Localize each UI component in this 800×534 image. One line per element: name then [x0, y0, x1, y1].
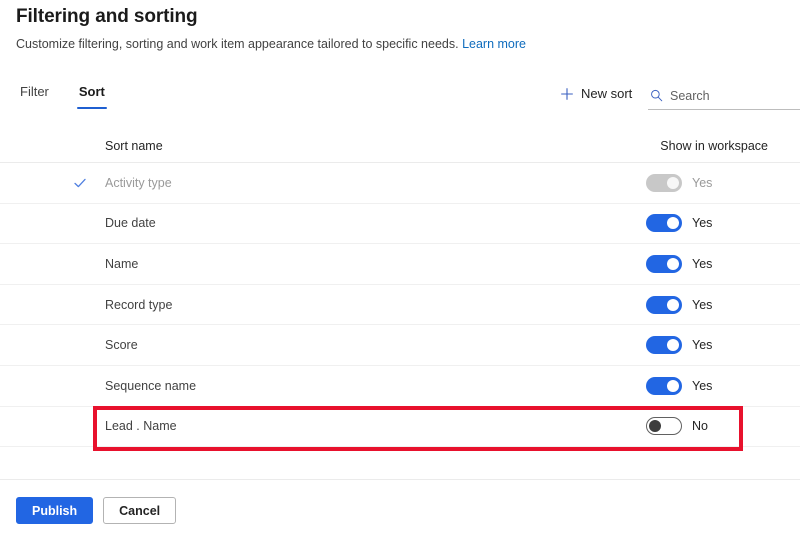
table-row[interactable]: Record type Yes — [0, 285, 800, 326]
show-in-workspace-toggle[interactable] — [646, 376, 682, 395]
search-icon — [650, 89, 663, 102]
publish-button[interactable]: Publish — [16, 497, 94, 524]
tab-sort[interactable]: Sort — [75, 82, 109, 109]
toggle-state-label: Yes — [692, 297, 713, 312]
toggle-knob — [667, 217, 679, 230]
row-label: Name — [105, 256, 139, 271]
tab-sort-label: Sort — [78, 84, 105, 99]
show-in-workspace-toggle[interactable] — [646, 336, 682, 355]
show-in-workspace-toggle — [646, 173, 682, 192]
table-row[interactable]: Activity type Yes — [0, 163, 800, 204]
row-label: Due date — [105, 216, 156, 231]
tab-list: Filter Sort — [16, 82, 109, 109]
cancel-button[interactable]: Cancel — [103, 497, 177, 524]
row-toggle-cell: Yes — [646, 173, 738, 192]
page-subtitle-text: Customize filtering, sorting and work it… — [16, 37, 459, 51]
toggle-state-label: Yes — [692, 175, 713, 190]
row-label: Record type — [105, 297, 173, 312]
new-sort-label: New sort — [581, 86, 633, 101]
row-label: Lead . Name — [105, 419, 177, 434]
row-label: Score — [105, 338, 138, 353]
footer-divider — [0, 479, 800, 480]
row-label: Sequence name — [105, 378, 197, 393]
footer-actions: Publish Cancel — [16, 497, 177, 524]
table-header-row: Sort name Show in workspace — [0, 126, 800, 163]
row-toggle-cell: Yes — [646, 254, 738, 273]
page-title: Filtering and sorting — [16, 6, 198, 27]
tab-filter[interactable]: Filter — [16, 82, 53, 109]
table-body: Activity type Yes Due date Yes Name Yes Record… — [0, 163, 800, 448]
show-in-workspace-toggle[interactable] — [646, 214, 682, 233]
show-in-workspace-toggle[interactable] — [646, 254, 682, 273]
show-in-workspace-toggle[interactable] — [646, 295, 682, 314]
row-toggle-cell: Yes — [646, 295, 738, 314]
toggle-state-label: Yes — [692, 256, 713, 271]
toggle-state-label: Yes — [692, 216, 713, 231]
table-row[interactable]: Lead . Name No — [0, 407, 800, 448]
sort-table: Sort name Show in workspace Activity typ… — [0, 126, 800, 448]
show-in-workspace-toggle[interactable] — [646, 417, 682, 436]
filtering-and-sorting-page: Filtering and sorting Customize filterin… — [0, 0, 800, 534]
row-label: Activity type — [105, 175, 172, 190]
table-row[interactable]: Sequence name Yes — [0, 366, 800, 407]
tab-filter-label: Filter — [20, 84, 49, 99]
learn-more-link[interactable]: Learn more — [462, 37, 526, 51]
toggle-knob — [667, 176, 679, 189]
row-toggle-cell: Yes — [646, 376, 738, 395]
toggle-state-label: Yes — [692, 338, 713, 353]
toggle-state-label: No — [692, 419, 708, 434]
row-selected-check — [0, 176, 105, 190]
plus-icon — [560, 87, 574, 101]
table-row[interactable]: Score Yes — [0, 325, 800, 366]
toggle-knob — [667, 379, 679, 392]
row-toggle-cell: Yes — [646, 336, 738, 355]
table-row[interactable]: Name Yes — [0, 244, 800, 285]
toggle-knob — [667, 298, 679, 311]
checkmark-icon — [73, 176, 87, 190]
row-toggle-cell: Yes — [646, 214, 738, 233]
search-input[interactable] — [670, 88, 800, 103]
toggle-knob — [667, 257, 679, 270]
page-subtitle: Customize filtering, sorting and work it… — [16, 37, 526, 51]
new-sort-button[interactable]: New sort — [560, 86, 632, 101]
row-toggle-cell: No — [646, 417, 738, 436]
column-header-sort-name: Sort name — [105, 139, 163, 153]
search-box[interactable] — [648, 84, 800, 110]
toggle-state-label: Yes — [692, 378, 713, 393]
toggle-knob — [649, 420, 661, 433]
toggle-knob — [667, 339, 679, 352]
table-row[interactable]: Due date Yes — [0, 204, 800, 245]
column-header-show-in-workspace: Show in workspace — [660, 139, 768, 153]
